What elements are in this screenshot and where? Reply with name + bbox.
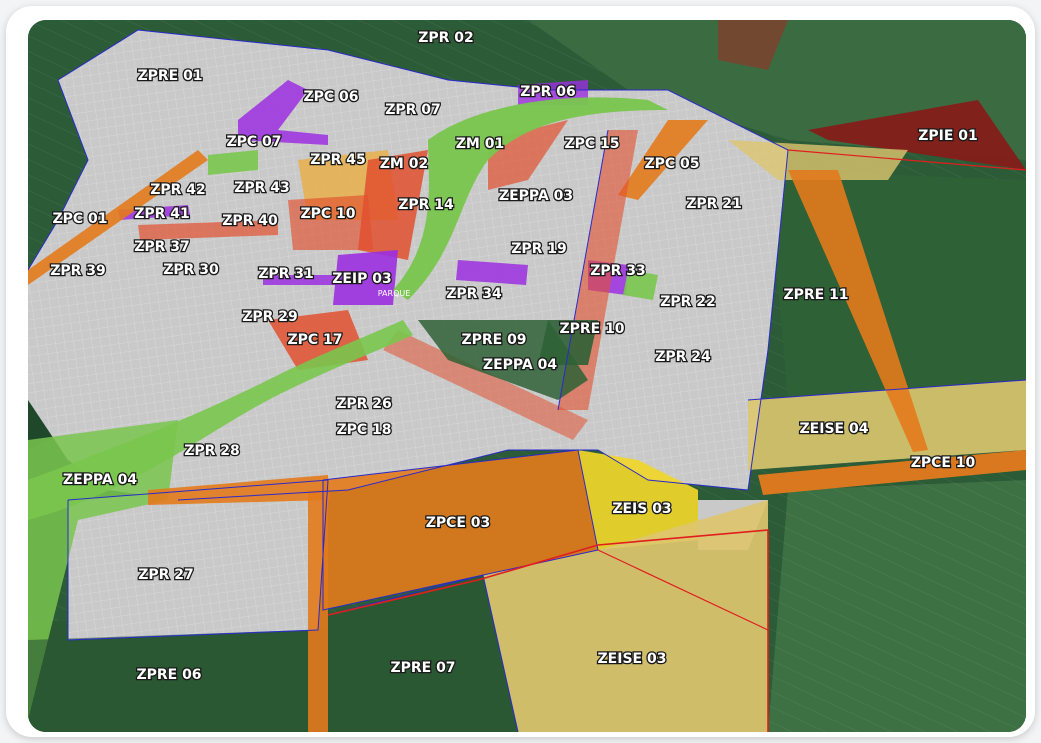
label-zeis-03[interactable]: ZEIS 03	[611, 500, 673, 519]
zone-zpc-10-area[interactable]	[288, 195, 373, 250]
label-zeppa-03[interactable]: ZEPPA 03	[498, 187, 575, 206]
label-zpr-24[interactable]: ZPR 24	[654, 348, 712, 367]
label-zpc-06[interactable]: ZPC 06	[302, 88, 360, 107]
field-southeast-texture	[768, 480, 1026, 732]
label-zpre-01[interactable]: ZPRE 01	[136, 67, 204, 86]
label-zeise-03[interactable]: ZEISE 03	[596, 650, 668, 669]
label-zpc-07[interactable]: ZPC 07	[225, 133, 283, 152]
label-zm-01[interactable]: ZM 01	[454, 135, 505, 154]
zoning-map[interactable]: ZPR 02 ZPRE 01 ZPC 06 ZPR 07 ZPR 06 ZPIE…	[28, 20, 1026, 732]
label-zpce-03[interactable]: ZPCE 03	[424, 514, 491, 533]
label-zeise-04[interactable]: ZEISE 04	[798, 420, 870, 439]
label-zeppa-04-center[interactable]: ZEPPA 04	[482, 356, 559, 375]
label-zpr-37[interactable]: ZPR 37	[133, 238, 191, 257]
label-zpr-29[interactable]: ZPR 29	[241, 308, 299, 327]
label-zpr-42[interactable]: ZPR 42	[149, 181, 207, 200]
label-zpc-17[interactable]: ZPC 17	[286, 331, 344, 350]
label-zpr-39[interactable]: ZPR 39	[49, 262, 107, 281]
label-zpr-14[interactable]: ZPR 14	[397, 196, 455, 215]
map-canvas[interactable]: ZPR 02 ZPRE 01 ZPC 06 ZPR 07 ZPR 06 ZPIE…	[28, 20, 1026, 732]
label-zpr-27[interactable]: ZPR 27	[137, 566, 195, 585]
label-zpr-21[interactable]: ZPR 21	[685, 195, 743, 214]
label-zpie-01[interactable]: ZPIE 01	[917, 127, 979, 146]
label-zpr-34[interactable]: ZPR 34	[445, 285, 503, 304]
label-zpc-10[interactable]: ZPC 10	[299, 205, 357, 224]
label-zpr-19[interactable]: ZPR 19	[510, 240, 568, 259]
label-zpre-06[interactable]: ZPRE 06	[135, 666, 203, 685]
label-zeip-03[interactable]: ZEIP 03	[331, 270, 393, 289]
label-zpre-09[interactable]: ZPRE 09	[460, 331, 528, 350]
label-zpc-18[interactable]: ZPC 18	[335, 421, 393, 440]
label-zpc-15[interactable]: ZPC 15	[563, 135, 621, 154]
label-zpr-06[interactable]: ZPR 06	[519, 83, 577, 102]
label-zpr-40[interactable]: ZPR 40	[221, 212, 279, 231]
label-zpr-22[interactable]: ZPR 22	[659, 293, 717, 312]
label-zpr-28[interactable]: ZPR 28	[183, 442, 241, 461]
label-zpr-41[interactable]: ZPR 41	[133, 205, 191, 224]
label-parque: PARQUE	[378, 289, 411, 298]
label-zpr-45[interactable]: ZPR 45	[309, 151, 367, 170]
label-zpc-05[interactable]: ZPC 05	[643, 155, 701, 174]
label-zpr-43[interactable]: ZPR 43	[233, 179, 291, 198]
label-zpc-01[interactable]: ZPC 01	[51, 210, 109, 229]
label-zpre-11[interactable]: ZPRE 11	[782, 286, 850, 305]
map-frame: ZPR 02 ZPRE 01 ZPC 06 ZPR 07 ZPR 06 ZPIE…	[6, 6, 1035, 737]
label-zpr-02[interactable]: ZPR 02	[417, 29, 475, 48]
label-zpre-10[interactable]: ZPRE 10	[558, 320, 626, 339]
label-zeppa-04-west[interactable]: ZEPPA 04	[62, 471, 139, 490]
label-zpre-07[interactable]: ZPRE 07	[389, 659, 457, 678]
label-zpr-31[interactable]: ZPR 31	[257, 265, 315, 284]
label-zm-02[interactable]: ZM 02	[378, 155, 429, 174]
label-zpr-26[interactable]: ZPR 26	[335, 395, 393, 414]
label-zpr-07[interactable]: ZPR 07	[384, 101, 442, 120]
label-zpr-33[interactable]: ZPR 33	[589, 262, 647, 281]
label-zpce-10[interactable]: ZPCE 10	[909, 454, 976, 473]
label-zpr-30[interactable]: ZPR 30	[162, 261, 220, 280]
